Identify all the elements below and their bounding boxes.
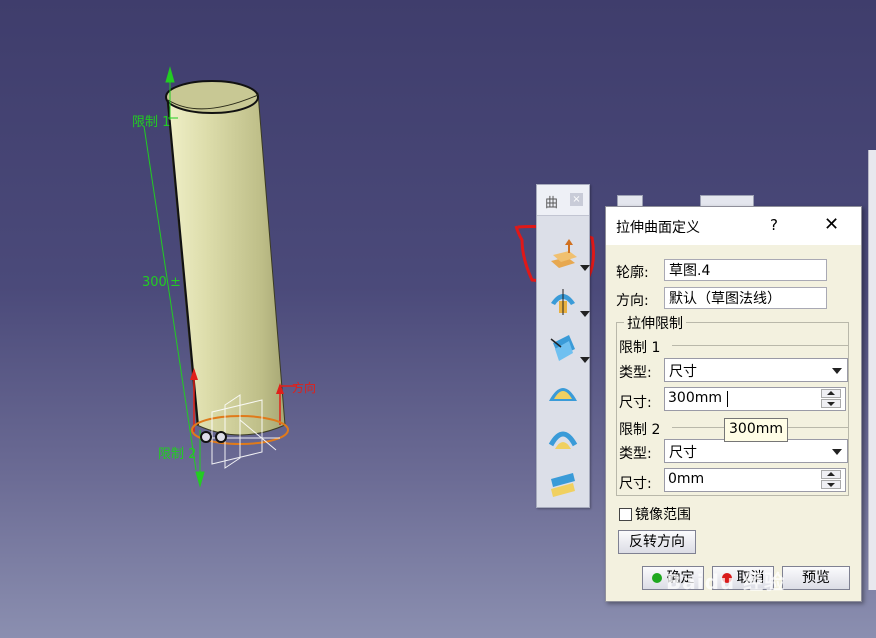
spin-up-button[interactable] xyxy=(821,389,841,398)
limit2-spinner[interactable] xyxy=(821,470,843,490)
mirror-range-label: 镜像范围 xyxy=(635,507,691,523)
limit1-type-value: 尺寸 xyxy=(669,364,697,380)
limit1-size-input[interactable]: 300mm xyxy=(664,387,846,411)
extrude-surface-icon xyxy=(551,239,577,268)
limit2-type-label: 类型: xyxy=(619,446,652,462)
dialog-title-bar[interactable]: 拉伸曲面定义 ? ✕ xyxy=(606,207,861,245)
limit2-label: 限制 2 xyxy=(158,447,196,462)
chevron-down-icon xyxy=(832,368,842,374)
help-button[interactable]: ? xyxy=(770,216,778,234)
toolbar-title: 曲 xyxy=(545,196,559,211)
blend-surface-button[interactable] xyxy=(545,467,581,503)
limit2-size-label: 尺寸: xyxy=(619,476,652,492)
limit1-divider xyxy=(672,345,848,346)
fill-surface-icon xyxy=(548,431,578,449)
profile-field[interactable]: 草图.4 xyxy=(664,259,827,281)
offset-surface-icon xyxy=(550,335,575,361)
chevron-down-icon xyxy=(832,449,842,455)
limit2-type-select[interactable]: 尺寸 xyxy=(664,439,848,463)
spin-down-button[interactable] xyxy=(821,480,841,489)
fill-surface-button[interactable] xyxy=(545,421,581,457)
dimension-value-label: 300 xyxy=(142,275,167,290)
limit1-size-label: 尺寸: xyxy=(619,395,652,411)
limit1-type-select[interactable]: 尺寸 xyxy=(664,358,848,382)
surfaces-toolbar: 曲 × xyxy=(536,184,590,508)
limit1-label: 限制 1 xyxy=(132,115,170,130)
limit1-spinner[interactable] xyxy=(821,389,843,409)
spin-up-button[interactable] xyxy=(821,470,841,479)
extrude-limits-label: 拉伸限制 xyxy=(624,313,686,333)
profile-label: 轮廓: xyxy=(616,265,649,281)
limit1-heading: 限制 1 xyxy=(619,340,661,356)
toolbar-close-button[interactable]: × xyxy=(570,193,583,206)
preview-button[interactable]: 预览 xyxy=(782,566,850,590)
direction-field[interactable]: 默认（草图法线） xyxy=(664,287,827,309)
revolve-surface-icon xyxy=(551,289,575,315)
ok-indicator-icon xyxy=(651,573,662,583)
blend-surface-icon xyxy=(551,473,575,497)
direction-label: 方向: xyxy=(616,293,649,309)
cylinder-surface[interactable] xyxy=(165,80,286,436)
watermark: Baidu 经验 xyxy=(666,570,786,594)
origin-markers xyxy=(200,431,227,443)
value-tooltip: 300mm xyxy=(724,418,788,442)
text-caret xyxy=(727,391,728,407)
limit2-type-value: 尺寸 xyxy=(669,445,697,461)
limit2-heading: 限制 2 xyxy=(619,422,661,438)
side-panel-edge xyxy=(868,150,876,590)
limit2-size-value: 0mm xyxy=(668,471,705,487)
close-button[interactable]: ✕ xyxy=(824,214,839,235)
extrude-surface-button[interactable] xyxy=(545,237,590,273)
direction-annotation: 方向 xyxy=(292,380,316,395)
offset-surface-button[interactable] xyxy=(545,329,590,365)
reverse-direction-button[interactable]: 反转方向 xyxy=(618,530,696,554)
sweep-surface-button[interactable] xyxy=(545,375,581,411)
revolve-surface-button[interactable] xyxy=(545,283,590,319)
dialog-title: 拉伸曲面定义 xyxy=(616,220,700,236)
limit2-size-input[interactable]: 0mm xyxy=(664,468,846,492)
limit1-size-value: 300mm xyxy=(668,390,722,406)
limit1-type-label: 类型: xyxy=(619,365,652,381)
mirror-range-checkbox[interactable] xyxy=(619,508,632,521)
extrude-surface-dialog: 拉伸曲面定义 ? ✕ 轮廓: 草图.4 方向: 默认（草图法线） 拉伸限制 限制… xyxy=(605,206,862,602)
spin-down-button[interactable] xyxy=(821,399,841,408)
sweep-surface-icon xyxy=(549,388,577,401)
toolbar-title-bar[interactable]: 曲 × xyxy=(537,185,589,216)
dimension-plus-minus: ± xyxy=(170,275,181,290)
